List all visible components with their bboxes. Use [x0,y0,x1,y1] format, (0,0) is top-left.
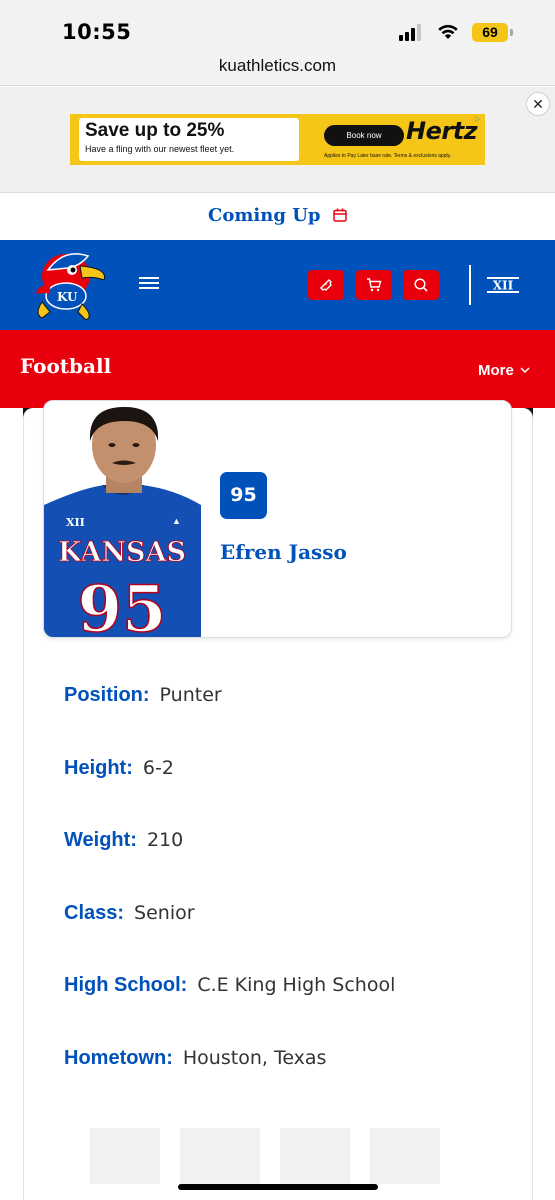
faded-background-graphic [90,1128,440,1184]
bio-value: Houston, Texas [182,1047,327,1069]
player-headshot: XII ▲ KANSAS 95 [44,401,201,638]
cart-button[interactable] [356,270,392,300]
status-bar: 10:55 69 [0,0,555,52]
chevron-down-icon [520,367,530,374]
wifi-icon [438,24,458,39]
svg-text:XII: XII [493,279,514,293]
bio-label: High School: [64,974,188,996]
url-text[interactable]: kuathletics.com [219,56,336,75]
home-indicator[interactable] [178,1184,378,1190]
ad-fine-print: Applies to Pay Later base rate. Terms & … [324,153,452,159]
bio-value: Senior [134,902,195,924]
more-label: More [478,362,514,379]
ad-text-panel: Save up to 25% Have a fling with our new… [79,118,299,161]
search-icon [414,278,428,292]
player-name: Efren Jasso [220,540,347,564]
coming-up-label[interactable]: Coming Up [208,205,320,226]
bio-label: Position: [64,684,150,706]
ad-info-icon[interactable]: ▷ [475,115,484,124]
ticket-icon [320,279,332,291]
bio-label: Height: [64,757,133,779]
ad-subline: Have a fling with our newest fleet yet. [85,144,235,154]
kansas-jayhawk-logo[interactable]: KU [28,246,108,324]
header-divider [469,265,471,305]
bio-value: 6-2 [142,757,174,779]
bio-value: Punter [159,684,222,706]
jersey-text: KANSAS [58,537,186,568]
big-12-logo[interactable]: XII [485,273,521,297]
coming-up-bar[interactable]: Coming Up [0,195,555,240]
section-title[interactable]: Football [20,354,111,378]
bio-value: 210 [146,829,184,851]
jersey-number: 95 [77,572,166,638]
battery-cap [510,29,513,36]
ad-close-button[interactable]: ✕ [526,92,550,116]
big-12-jersey-patch: XII [66,516,85,529]
player-number-badge: 95 [220,472,267,519]
bio-label: Class: [64,902,125,924]
search-button[interactable] [403,270,439,300]
player-header-card: XII ▲ KANSAS 95 [43,400,512,638]
cellular-signal-icon [399,24,425,41]
svg-text:KU: KU [57,290,78,304]
sport-section-bar: Football More [0,330,555,408]
bio-row-hometown: Hometown: Houston, Texas [64,1047,326,1070]
bio-label: Hometown: [64,1047,173,1069]
ad-headline: Save up to 25% [85,120,225,141]
bio-row-height: Height: 6-2 [64,757,174,780]
bio-row-class: Class: Senior [64,902,195,925]
battery-indicator: 69 [472,23,508,42]
site-header: KU XII [0,240,555,330]
calendar-icon [333,208,347,223]
tickets-button[interactable] [308,270,344,300]
more-dropdown-button[interactable]: More [478,362,530,379]
bio-row-high-school: High School: C.E King High School [64,974,395,997]
cart-icon [367,278,382,292]
menu-icon[interactable] [137,274,161,294]
svg-text:▲: ▲ [172,516,181,526]
ad-brand-logo: Hertz [406,117,478,145]
status-time: 10:55 [62,20,132,44]
bio-row-weight: Weight: 210 [64,829,183,852]
bio-label: Weight: [64,829,137,851]
ad-book-now-button[interactable]: Book now [324,125,404,146]
hertz-ad-banner[interactable]: Save up to 25% Have a fling with our new… [70,114,485,165]
bio-value: C.E King High School [197,974,396,996]
browser-url-bar[interactable]: kuathletics.com [0,52,555,86]
bio-row-position: Position: Punter [64,684,222,707]
